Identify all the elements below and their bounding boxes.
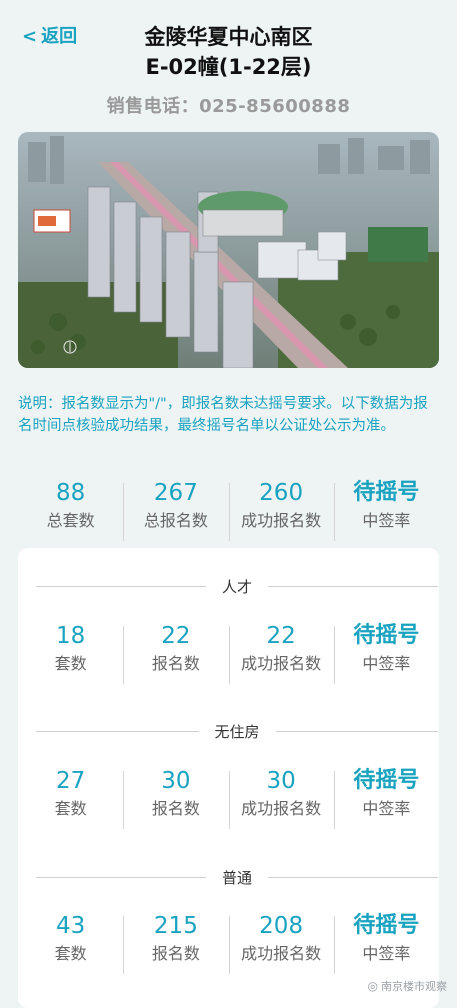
stat-winning-rate: 待摇号 中签率 — [333, 765, 439, 835]
stat-value: 215 — [153, 913, 198, 939]
summary-stats: 88 总套数 267 总报名数 260 成功报名数 待摇号 中签率 — [18, 477, 439, 547]
stat-label: 成功报名数 — [241, 511, 322, 530]
stat-label: 总报名数 — [143, 511, 208, 530]
stat-winning-rate: 待摇号 中签率 — [333, 477, 439, 547]
stat-value: 267 — [153, 480, 198, 506]
stat-label: 报名数 — [151, 944, 200, 963]
divider — [268, 585, 439, 587]
stat-value: 22 — [161, 623, 191, 649]
stat-value: 待摇号 — [353, 768, 420, 793]
sales-phone[interactable]: 销售电话：025-85600888 — [0, 92, 457, 118]
stat-value: 待摇号 — [353, 913, 420, 938]
stat-label: 中签率 — [362, 654, 411, 673]
stat-label: 中签率 — [362, 944, 411, 963]
stat-label: 套数 — [54, 799, 87, 818]
stat-value: 30 — [161, 768, 191, 794]
section-title: 普通 — [222, 868, 253, 887]
stat-label: 成功报名数 — [241, 654, 322, 673]
title-line-1: 金陵华夏中心南区 — [144, 25, 313, 49]
stat-label: 成功报名数 — [241, 944, 322, 963]
stat-units: 27 套数 — [18, 765, 123, 835]
header: < 返回 金陵华夏中心南区 E-02幢(1-22层) 销售电话：025-85600… — [0, 0, 457, 128]
stat-value: 待摇号 — [353, 480, 420, 505]
stat-total-units: 88 总套数 — [18, 477, 123, 547]
stat-value: 88 — [55, 480, 86, 506]
stat-registrations: 215 报名数 — [123, 910, 228, 980]
stat-value: 22 — [266, 623, 296, 649]
section-header-no-housing: 无住房 — [36, 721, 439, 741]
section-title: 无住房 — [214, 722, 260, 741]
stat-label: 套数 — [54, 944, 87, 963]
project-rendering-image — [18, 132, 439, 368]
divider — [36, 585, 206, 587]
stat-value: 43 — [55, 913, 86, 939]
divider — [268, 876, 439, 878]
section-stats-talent: 18 套数 22 报名数 22 成功报名数 待摇号 中签率 — [18, 620, 439, 690]
page-title: 金陵华夏中心南区 E-02幢(1-22层) — [0, 22, 457, 82]
stat-successful-registrations: 208 成功报名数 — [228, 910, 334, 980]
stat-units: 43 套数 — [18, 910, 123, 980]
stat-registrations: 30 报名数 — [123, 765, 228, 835]
section-stats-regular: 43 套数 215 报名数 208 成功报名数 待摇号 中签率 — [18, 910, 439, 980]
explanation-note: 说明：报名数显示为"/"，即报名数未达摇号要求。以下数据为报名时间点核验成功结果… — [18, 396, 428, 434]
stat-value: 18 — [55, 623, 86, 649]
section-title: 人才 — [222, 577, 253, 596]
watermark: ◎ 南京楼市观察 — [368, 978, 447, 994]
stat-label: 中签率 — [362, 799, 411, 818]
stat-value: 待摇号 — [353, 623, 420, 648]
stat-value: 27 — [55, 768, 86, 794]
divider — [36, 730, 199, 732]
section-header-regular: 普通 — [36, 867, 439, 887]
section-header-talent: 人才 — [36, 576, 439, 596]
category-card: 人才 18 套数 22 报名数 22 成功报名数 待摇号 中签率 无住房 27 … — [18, 548, 439, 1008]
stat-registrations: 22 报名数 — [123, 620, 228, 690]
stat-value: 260 — [259, 480, 304, 506]
divider — [36, 876, 206, 878]
watermark-text: 南京楼市观察 — [381, 980, 447, 993]
stat-successful-registrations: 260 成功报名数 — [228, 477, 334, 547]
title-line-2: E-02幢(1-22层) — [145, 55, 312, 79]
stat-value: 30 — [266, 768, 296, 794]
section-stats-no-housing: 27 套数 30 报名数 30 成功报名数 待摇号 中签率 — [18, 765, 439, 835]
stat-label: 总套数 — [46, 511, 95, 530]
wechat-icon: ◎ — [367, 979, 378, 993]
divider — [275, 730, 439, 732]
stat-value: 208 — [259, 913, 304, 939]
stat-label: 报名数 — [151, 654, 200, 673]
aerial-view-illustration — [18, 132, 439, 368]
stat-total-registrations: 267 总报名数 — [123, 477, 228, 547]
stat-label: 成功报名数 — [241, 799, 322, 818]
stat-label: 套数 — [54, 654, 87, 673]
stat-label: 中签率 — [362, 511, 411, 530]
stat-label: 报名数 — [151, 799, 200, 818]
stat-successful-registrations: 22 成功报名数 — [228, 620, 334, 690]
stat-successful-registrations: 30 成功报名数 — [228, 765, 334, 835]
stat-winning-rate: 待摇号 中签率 — [333, 910, 439, 980]
stat-units: 18 套数 — [18, 620, 123, 690]
stat-winning-rate: 待摇号 中签率 — [333, 620, 439, 690]
